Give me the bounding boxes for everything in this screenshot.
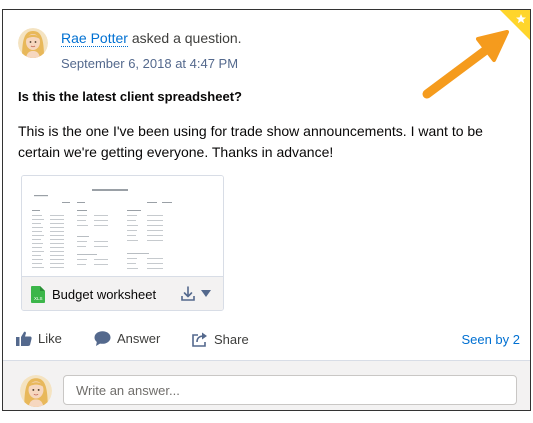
author-line: Rae Potter asked a question.: [61, 30, 242, 47]
file-attachment[interactable]: XLS Budget worksheet: [21, 175, 224, 311]
action-text: asked a question.: [131, 30, 242, 46]
share-icon: [192, 332, 207, 347]
share-button[interactable]: Share: [191, 331, 249, 347]
question-card: Rae Potter asked a question. September 6…: [2, 9, 531, 411]
author-link[interactable]: Rae Potter: [61, 30, 128, 47]
question-title: Is this the latest client spreadsheet?: [18, 89, 242, 104]
excel-icon: XLS: [31, 286, 45, 303]
question-body: This is the one I've been using for trad…: [18, 123, 483, 160]
answer-input[interactable]: [63, 375, 517, 405]
answer-button[interactable]: Answer: [94, 331, 160, 346]
spreadsheet-preview[interactable]: [22, 176, 223, 276]
answer-label: Answer: [117, 331, 161, 346]
download-icon[interactable]: [180, 286, 196, 302]
attachment-file-name[interactable]: Budget worksheet: [52, 287, 156, 302]
answer-composer: [3, 360, 530, 410]
thumbs-up-icon: [16, 331, 32, 346]
star-flag-icon[interactable]: [496, 10, 530, 44]
seen-by-link[interactable]: Seen by 2: [461, 332, 520, 347]
author-avatar[interactable]: [18, 28, 48, 58]
share-label: Share: [214, 331, 249, 347]
current-user-avatar: [20, 375, 52, 407]
attachment-footer: XLS Budget worksheet: [22, 276, 223, 310]
svg-text:XLS: XLS: [34, 296, 43, 301]
like-button[interactable]: Like: [16, 331, 62, 346]
chat-bubble-icon: [94, 331, 111, 346]
chevron-down-icon[interactable]: [200, 289, 212, 299]
post-timestamp[interactable]: September 6, 2018 at 4:47 PM: [61, 56, 238, 71]
like-label: Like: [38, 331, 62, 346]
